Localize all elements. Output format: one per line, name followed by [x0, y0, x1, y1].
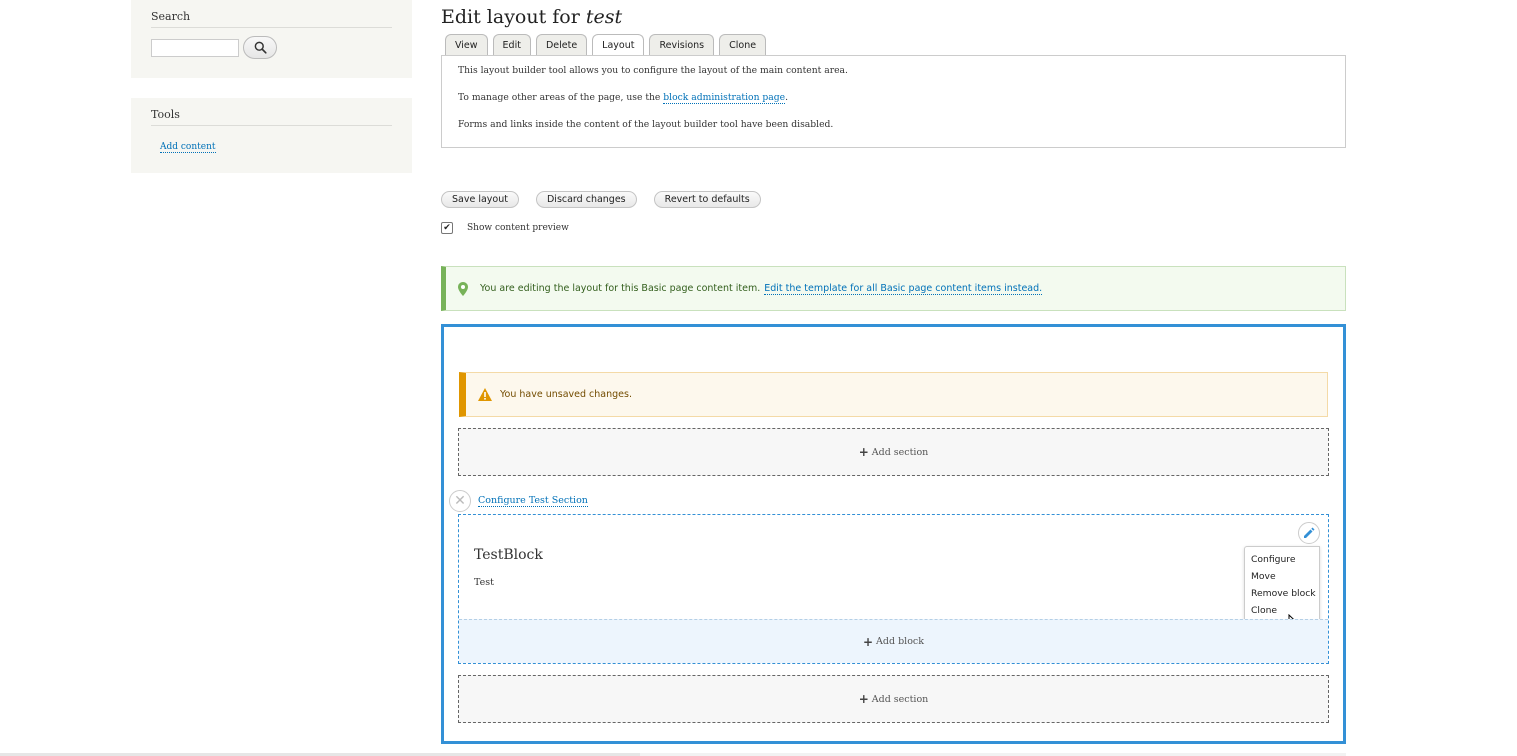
- discard-changes-button[interactable]: Discard changes: [535, 191, 637, 208]
- contextual-menu: Configure Move Remove block Clone: [1244, 546, 1320, 622]
- tools-block: Tools Add content: [131, 98, 412, 173]
- tab-view[interactable]: View: [445, 34, 488, 55]
- plus-icon: +: [858, 692, 869, 706]
- search-block: Search: [131, 0, 412, 78]
- ctx-remove-block[interactable]: Remove block: [1245, 585, 1319, 602]
- search-block-title: Search: [151, 10, 392, 28]
- plus-icon: +: [862, 634, 874, 649]
- tab-delete[interactable]: Delete: [535, 34, 588, 55]
- map-pin-icon: [458, 281, 468, 296]
- add-section-top[interactable]: + Add section: [458, 428, 1329, 476]
- help-line-2-suffix: .: [785, 92, 789, 103]
- plus-icon: +: [858, 445, 869, 459]
- revert-defaults-button[interactable]: Revert to defaults: [653, 191, 761, 208]
- tab-layout[interactable]: Layout: [592, 34, 645, 55]
- close-icon: ✕: [454, 493, 466, 509]
- status-message-text: You are editing the layout for this Basi…: [480, 283, 761, 294]
- status-message: You are editing the layout for this Basi…: [441, 266, 1346, 311]
- section-controls: ✕ Configure Test Section: [449, 490, 588, 512]
- help-line-2-prefix: To manage other areas of the page, use t…: [458, 92, 661, 103]
- pencil-icon: [1304, 527, 1315, 538]
- warning-icon: [478, 388, 492, 401]
- block-body: Test: [474, 577, 494, 588]
- layout-builder: You have unsaved changes. + Add section ✕…: [441, 324, 1346, 744]
- add-content-link[interactable]: Add content: [160, 142, 216, 153]
- add-block-label: Add block: [876, 636, 925, 647]
- layout-section-region: TestBlock Test Configure Move Remove blo…: [458, 514, 1329, 664]
- remove-section-button[interactable]: ✕: [449, 490, 471, 512]
- ctx-clone[interactable]: Clone: [1245, 602, 1319, 619]
- help-line-1: This layout builder tool allows you to c…: [458, 65, 848, 76]
- page-title: Edit layout for test: [441, 6, 1346, 32]
- page-title-prefix: Edit layout for: [441, 6, 580, 28]
- tab-clone[interactable]: Clone: [719, 34, 767, 55]
- warning-text: You have unsaved changes.: [500, 389, 632, 400]
- layout-help-text: This layout builder tool allows you to c…: [441, 55, 1346, 148]
- search-button[interactable]: [243, 36, 277, 59]
- tab-edit[interactable]: Edit: [492, 34, 531, 55]
- help-line-2: To manage other areas of the page, use t…: [458, 91, 1329, 105]
- block-admin-link[interactable]: block administration page: [663, 92, 786, 104]
- help-line-3: Forms and links inside the content of th…: [458, 119, 834, 130]
- search-input[interactable]: [151, 38, 239, 57]
- tab-revisions[interactable]: Revisions: [649, 34, 715, 55]
- content-preview-toggle: ✔ Show content preview: [441, 222, 569, 234]
- unsaved-changes-warning: You have unsaved changes.: [459, 372, 1328, 417]
- ctx-configure[interactable]: Configure: [1245, 551, 1319, 568]
- primary-tabs: View Edit Delete Layout Revisions Clone: [441, 34, 1346, 55]
- save-layout-button[interactable]: Save layout: [441, 191, 519, 208]
- layout-actions: Save layout Discard changes Revert to de…: [441, 191, 761, 208]
- content-preview-label[interactable]: Show content preview: [467, 223, 569, 233]
- edit-template-link[interactable]: Edit the template for all Basic page con…: [764, 283, 1043, 295]
- ctx-move[interactable]: Move: [1245, 568, 1319, 585]
- add-section-label: Add section: [871, 446, 929, 458]
- main-content: Edit layout for test View Edit Delete La…: [441, 0, 1346, 744]
- add-block-button[interactable]: + Add block: [459, 619, 1328, 663]
- configure-section-link[interactable]: Configure Test Section: [478, 495, 588, 507]
- block-title: TestBlock: [474, 547, 543, 563]
- search-icon: [254, 41, 267, 54]
- page-title-node: test: [585, 6, 623, 28]
- contextual-links-button[interactable]: [1298, 522, 1320, 544]
- search-form: [151, 36, 392, 59]
- content-preview-checkbox[interactable]: ✔: [441, 222, 453, 234]
- tools-block-title: Tools: [151, 108, 392, 126]
- add-section-label: Add section: [871, 693, 929, 705]
- add-section-bottom[interactable]: + Add section: [458, 675, 1329, 723]
